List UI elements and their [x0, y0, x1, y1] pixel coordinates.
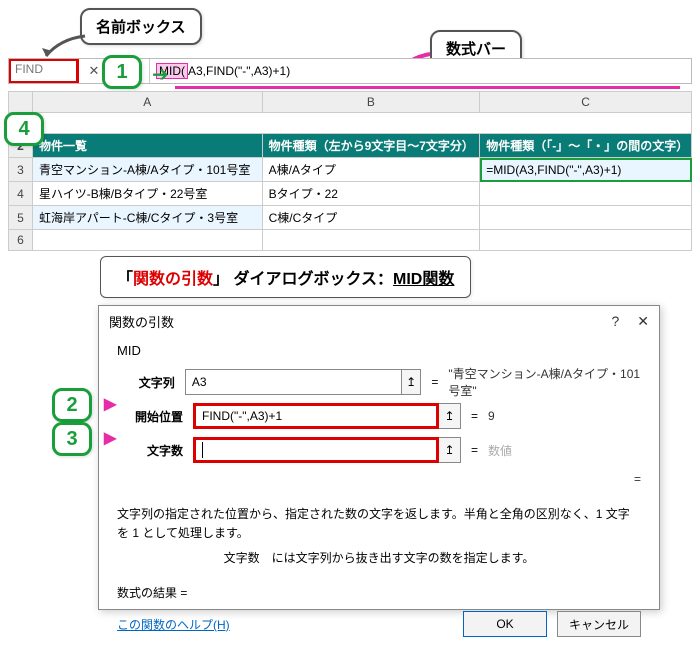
callout-name-box-text: 名前ボックス: [96, 19, 186, 36]
dialog-description: 文字列の指定された位置から、指定された数の文字を返します。半角と全角の区別なく、…: [117, 505, 641, 543]
arg3-result: 数値: [488, 442, 512, 459]
hdr-b: 物件種類（左から9文字目～7文字分）: [262, 134, 480, 158]
marker-arg2: ▶: [104, 394, 116, 414]
dialog-description-2: 文字数 には文字列から抜き出す文字の数を指定します。: [117, 549, 641, 566]
hdr-a: 物件一覧: [32, 134, 262, 158]
column-header-row: A B C: [9, 92, 692, 113]
cell-a3[interactable]: 青空マンション-A棟/Aタイプ・101号室: [32, 158, 262, 182]
help-icon[interactable]: ?: [611, 313, 619, 330]
table-row: 6: [9, 230, 692, 251]
table-row: 5 虹海岸アパート-C棟/Cタイプ・3号室 C棟/Cタイプ: [9, 206, 692, 230]
cell-c5[interactable]: [480, 206, 692, 230]
spreadsheet: A B C 1 2 物件一覧 物件種類（左から9文字目～7文字分） 物件種類（「…: [8, 91, 692, 251]
arg3-range-picker-icon[interactable]: ↥: [439, 437, 461, 463]
step-badge-3: 3: [52, 422, 92, 456]
cancel-button[interactable]: キャンセル: [557, 611, 641, 637]
step-badge-1: 1: [102, 55, 142, 89]
col-b[interactable]: B: [262, 92, 480, 113]
formula-rest: A3,FIND("-",A3)+1): [188, 64, 290, 78]
dialog-titlebar: 関数の引数 ? ✕: [99, 306, 659, 337]
row-5-hdr[interactable]: 5: [9, 206, 33, 230]
arg2-label: 開始位置: [117, 408, 193, 425]
step-badge-2: 2: [52, 388, 92, 422]
dialog-eq-blank: =: [117, 470, 641, 487]
cell-b6[interactable]: [262, 230, 480, 251]
formula-input[interactable]: MID(A3,FIND("-",A3)+1): [150, 59, 691, 83]
arg1-label: 文字列: [117, 374, 185, 391]
cell-c4[interactable]: [480, 182, 692, 206]
function-arguments-dialog: 関数の引数 ? ✕ MID 文字列 A3 ↥ = "青空マンション-A棟/Aタイ…: [98, 305, 660, 610]
dialog-result-row: 数式の結果 =: [117, 584, 641, 601]
cancel-formula-icon[interactable]: ✕: [85, 62, 103, 80]
col-a[interactable]: A: [32, 92, 262, 113]
col-c[interactable]: C: [480, 92, 692, 113]
step-badge-4: 4: [4, 112, 44, 146]
cell-a4[interactable]: 星ハイツ-B棟/Bタイプ・22号室: [32, 182, 262, 206]
table-row: 4 星ハイツ-B棟/Bタイプ・22号室 Bタイプ・22: [9, 182, 692, 206]
callout-name-box: 名前ボックス: [80, 8, 202, 45]
table-row: 3 青空マンション-A棟/Aタイプ・101号室 A棟/Aタイプ =MID(A3,…: [9, 158, 692, 182]
close-icon[interactable]: ✕: [637, 313, 649, 330]
cell-b3[interactable]: A棟/Aタイプ: [262, 158, 480, 182]
arg1-input[interactable]: A3: [185, 369, 402, 395]
cell-a6[interactable]: [32, 230, 262, 251]
marker-arg3: ▶: [104, 428, 116, 448]
name-box[interactable]: FIND: [9, 59, 79, 83]
eq2: =: [471, 409, 478, 423]
arg-row-count: 文字数 ↥ = 数値: [117, 436, 641, 464]
arrow-right-icon: ➔: [152, 62, 169, 87]
cell-b4[interactable]: Bタイプ・22: [262, 182, 480, 206]
row-4-hdr[interactable]: 4: [9, 182, 33, 206]
row-3-hdr[interactable]: 3: [9, 158, 33, 182]
cell-c6[interactable]: [480, 230, 692, 251]
func-label-row: 1: [9, 113, 692, 134]
arg2-input[interactable]: FIND("-",A3)+1: [193, 403, 439, 429]
eq1: =: [431, 375, 438, 389]
arg-row-string: 文字列 A3 ↥ = "青空マンション-A棟/Aタイプ・101号室": [117, 368, 641, 396]
table-header-row: 2 物件一覧 物件種類（左から9文字目～7文字分） 物件種類（「-」～「・」の間…: [9, 134, 692, 158]
dialog-title: 関数の引数: [109, 312, 174, 331]
ok-button[interactable]: OK: [463, 611, 547, 637]
callout-formula-bar-text: 数式バー: [446, 41, 506, 58]
arg3-input[interactable]: [193, 437, 439, 463]
help-link[interactable]: この関数のヘルプ(H): [117, 616, 230, 633]
dialog-heading-callout: 「関数の引数」 ダイアログボックス：MID関数: [100, 256, 471, 298]
arg2-range-picker-icon[interactable]: ↥: [439, 403, 461, 429]
arg-row-start: 開始位置 FIND("-",A3)+1 ↥ = 9: [117, 402, 641, 430]
name-box-value: FIND: [15, 62, 43, 76]
corner-cell[interactable]: [9, 92, 33, 113]
row-6-hdr[interactable]: 6: [9, 230, 33, 251]
dialog-function-name: MID: [117, 343, 641, 358]
eq3: =: [471, 443, 478, 457]
cell-a5[interactable]: 虹海岸アパート-C棟/Cタイプ・3号室: [32, 206, 262, 230]
formula-underline: [175, 86, 680, 89]
hdr-c: 物件種類（「-」～「・」の間の文字）: [480, 134, 692, 158]
arg2-result: 9: [488, 409, 495, 423]
arg3-label: 文字数: [117, 442, 193, 459]
arg1-range-picker-icon[interactable]: ↥: [402, 369, 421, 395]
arg1-result: "青空マンション-A棟/Aタイプ・101号室": [448, 365, 641, 399]
cell-b5[interactable]: C棟/Cタイプ: [262, 206, 480, 230]
cell-c3[interactable]: =MID(A3,FIND("-",A3)+1): [480, 158, 692, 182]
